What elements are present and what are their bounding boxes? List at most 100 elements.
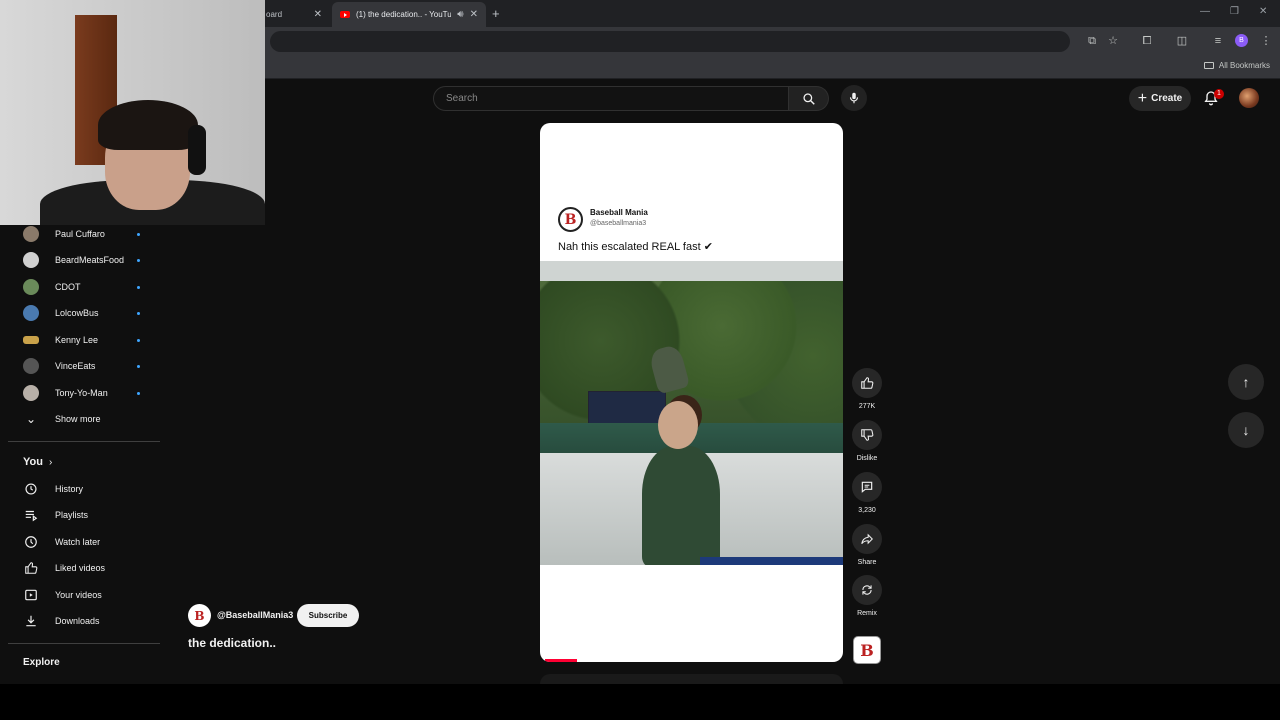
channel-avatar: [23, 279, 39, 295]
new-tab-icon[interactable]: +: [492, 6, 500, 21]
dislike-button[interactable]: Dislike: [852, 420, 882, 462]
notification-count-badge: 1: [1214, 89, 1224, 99]
show-more-button[interactable]: ⌄ Show more: [8, 406, 160, 432]
close-window-icon[interactable]: ✕: [1259, 6, 1267, 17]
media-controls-icon[interactable]: ≡: [1211, 34, 1225, 48]
sidebar-item-lolcowbus[interactable]: LolcowBus: [8, 300, 160, 326]
address-bar[interactable]: [270, 31, 1070, 52]
channel-avatar: [23, 385, 39, 401]
sidebar-item-label: Your videos: [55, 590, 102, 600]
new-content-dot: [137, 312, 140, 315]
restore-icon[interactable]: ❐: [1230, 6, 1239, 17]
channel-avatar: [23, 336, 39, 344]
sidebar-item-liked-videos[interactable]: Liked videos: [8, 555, 160, 581]
like-button[interactable]: 277K: [852, 368, 882, 410]
new-content-dot: [137, 365, 140, 368]
channel-avatar: [23, 305, 39, 321]
channel-avatar: [23, 358, 39, 374]
arrow-up-icon: ↑: [1242, 374, 1250, 390]
new-content-dot: [137, 233, 140, 236]
create-label: Create: [1151, 93, 1183, 104]
sidebar-item-cdot[interactable]: CDOT: [8, 274, 160, 300]
clock-icon: [23, 535, 39, 549]
create-button[interactable]: + Create: [1129, 86, 1191, 111]
next-short-preview[interactable]: [540, 674, 843, 684]
sidebar-item-tony-yo-man[interactable]: Tony-Yo-Man: [8, 380, 160, 406]
thumb-up-icon: [23, 561, 39, 575]
speaker-icon[interactable]: 🔊︎: [457, 9, 463, 20]
sidebar-item-kenny-lee[interactable]: Kenny Lee: [8, 327, 160, 353]
post-caption: Nah this escalated REAL fast ✔: [558, 241, 713, 253]
sidebar-item-downloads[interactable]: Downloads: [8, 608, 160, 634]
webcam-overlay: [0, 0, 265, 225]
sidebar-explore-heading: Explore: [23, 657, 60, 668]
browser-tab-dashboard[interactable]: oard ✕: [258, 2, 330, 27]
search-input[interactable]: Search: [433, 86, 789, 111]
more-menu-icon[interactable]: ⋮: [1259, 34, 1273, 48]
playback-progress-bar[interactable]: [545, 659, 578, 662]
channel-handle[interactable]: @BaseballMania3: [217, 610, 293, 620]
all-bookmarks-label: All Bookmarks: [1218, 61, 1270, 70]
search-button[interactable]: [789, 86, 829, 111]
profile-avatar[interactable]: B: [1235, 34, 1248, 47]
channel-avatar[interactable]: B: [188, 604, 211, 627]
close-icon[interactable]: ✕: [470, 9, 478, 20]
remix-button[interactable]: Remix: [852, 575, 882, 617]
playlists-icon: [23, 508, 39, 522]
subscribe-button[interactable]: Subscribe: [297, 604, 359, 627]
sidebar-item-label: Liked videos: [55, 563, 106, 573]
sidebar-item-watch-later[interactable]: Watch later: [8, 529, 160, 555]
sidebar-item-label: Paul Cuffaro: [55, 229, 105, 239]
close-icon[interactable]: ✕: [314, 9, 322, 20]
comment-icon: [852, 472, 882, 502]
browser-tab-youtube[interactable]: (1) the dedication.. - YouTu 🔊︎ ✕: [332, 2, 486, 27]
sidebar-item-label: Kenny Lee: [55, 335, 99, 345]
thumb-down-icon: [852, 420, 882, 450]
account-avatar[interactable]: [1239, 88, 1259, 108]
side-panel-icon[interactable]: ◫: [1175, 34, 1189, 48]
sidebar-item-label: BeardMeatsFood: [55, 255, 125, 265]
show-more-label: Show more: [55, 414, 101, 424]
extensions-icon[interactable]: ⧠: [1140, 34, 1154, 48]
install-app-icon[interactable]: ⧉: [1085, 34, 1099, 48]
remix-label: Remix: [857, 610, 877, 617]
download-icon: [23, 614, 39, 628]
previous-short-button[interactable]: ↑: [1228, 364, 1264, 400]
share-button[interactable]: Share: [852, 524, 882, 566]
voice-search-button[interactable]: [841, 85, 867, 111]
minimize-icon[interactable]: —: [1200, 6, 1210, 17]
bottom-letterbox: [0, 684, 1280, 720]
chevron-right-icon: ›: [48, 456, 53, 468]
history-icon: [23, 482, 39, 496]
like-count: 277K: [858, 403, 876, 410]
short-video-player[interactable]: B Baseball Mania @baseballmania3 Nah thi…: [540, 123, 843, 662]
youtube-favicon-icon: [340, 11, 350, 18]
sidebar-item-label: Playlists: [55, 510, 89, 520]
sidebar-item-playlists[interactable]: Playlists: [8, 502, 160, 528]
post-author-handle: @baseballmania3: [590, 220, 647, 227]
new-content-dot: [137, 286, 140, 289]
sidebar-item-your-videos[interactable]: Your videos: [8, 582, 160, 608]
tab-title: (1) the dedication.. - YouTu: [355, 10, 452, 19]
sidebar-item-history[interactable]: History: [8, 476, 160, 502]
bookmark-star-icon[interactable]: ☆: [1106, 34, 1120, 48]
share-icon: [852, 524, 882, 554]
play-square-icon: [23, 588, 39, 602]
person: [642, 446, 720, 565]
all-bookmarks-button[interactable]: All Bookmarks: [1203, 61, 1270, 70]
comments-button[interactable]: 3,230: [852, 472, 882, 514]
sidebar-item-vinceeats[interactable]: VinceEats: [8, 353, 160, 379]
channel-avatar: [23, 252, 39, 268]
folder-icon: [1203, 62, 1214, 69]
next-short-button[interactable]: ↓: [1228, 412, 1264, 448]
sidebar-item-label: History: [55, 484, 84, 494]
dislike-label: Dislike: [856, 455, 878, 462]
sidebar-item-beardmeatsfood[interactable]: BeardMeatsFood: [8, 247, 160, 273]
sidebar-divider: [8, 643, 160, 644]
sidebar-you-heading[interactable]: You ›: [23, 456, 52, 468]
channel-thumbnail[interactable]: B: [853, 636, 881, 664]
post-author-logo: B: [558, 207, 583, 232]
sidebar-item-label: Tony-Yo-Man: [55, 388, 108, 398]
you-heading-label: You: [23, 456, 43, 468]
new-content-dot: [137, 392, 140, 395]
